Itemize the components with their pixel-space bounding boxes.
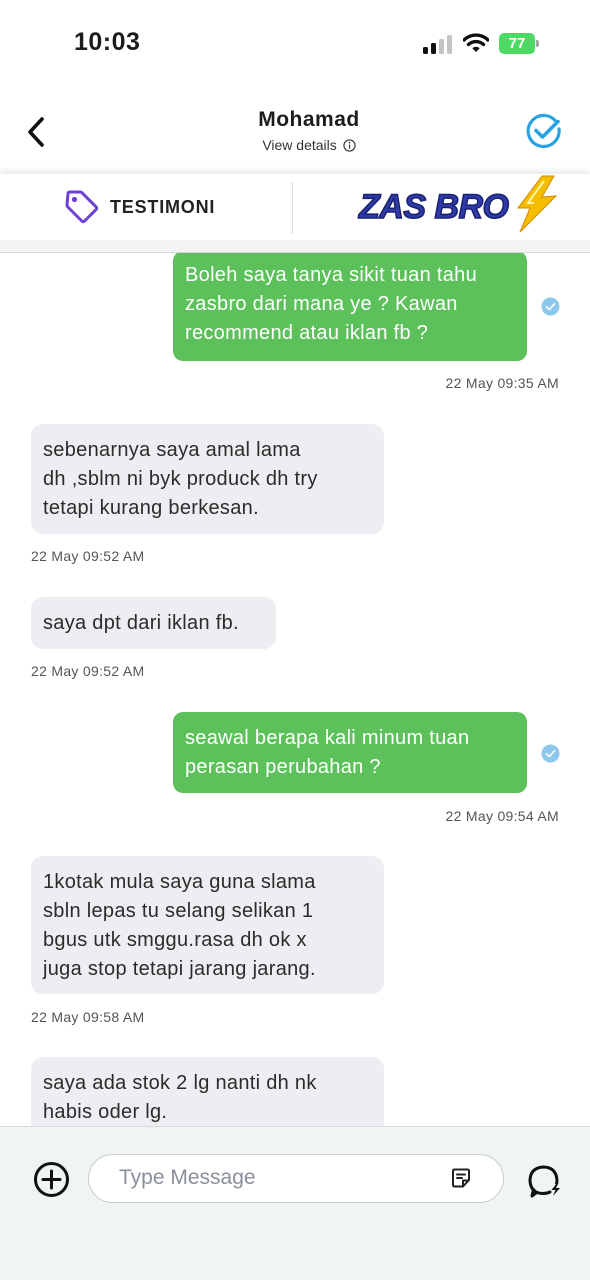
chat-header: Mohamad View details — [0, 90, 590, 174]
composer-bar — [0, 1126, 590, 1280]
signal-icon — [423, 35, 452, 54]
quick-reply-icon[interactable] — [526, 1162, 562, 1198]
incoming-message[interactable]: saya dpt dari iklan fb. — [31, 597, 276, 649]
message-line: seawal berapa kali minum tuan — [185, 727, 470, 749]
message-line: bgus utk smggu.rasa dh ok x — [43, 929, 307, 951]
message-line: saya ada stok 2 lg nanti dh nk — [43, 1072, 317, 1094]
outgoing-message[interactable]: Boleh saya tanya sikit tuan tahu zasbro … — [173, 253, 527, 361]
message-timestamp: 22 May 09:52 AM — [31, 663, 145, 679]
message-line: dh ,sblm ni byk produck dh try — [43, 468, 318, 490]
incoming-message[interactable]: 1kotak mula saya guna slama sbln lepas t… — [31, 856, 384, 994]
incoming-message[interactable]: sebenarnya saya amal lama dh ,sblm ni by… — [31, 424, 384, 534]
contact-name[interactable]: Mohamad — [0, 108, 590, 132]
read-check-icon — [541, 744, 560, 763]
banner-divider — [292, 182, 293, 234]
message-line: habis oder lg. — [43, 1101, 168, 1123]
message-line: recommend atau iklan fb ? — [185, 322, 429, 344]
message-line: tetapi kurang berkesan. — [43, 497, 259, 519]
message-timestamp: 22 May 09:54 AM — [445, 808, 559, 824]
testimoni-button[interactable]: TESTIMONI — [64, 189, 215, 225]
message-field[interactable] — [88, 1154, 504, 1203]
battery-cap — [536, 40, 539, 47]
message-line: zasbro dari mana ye ? Kawan — [185, 293, 458, 315]
message-list[interactable]: Boleh saya tanya sikit tuan tahu zasbro … — [0, 253, 590, 1126]
message-line: Boleh saya tanya sikit tuan tahu — [185, 264, 478, 286]
message-line: 1kotak mula saya guna slama — [43, 871, 316, 893]
battery-icon: 77 — [499, 33, 539, 54]
message-input[interactable] — [119, 1155, 439, 1201]
message-line: sebenarnya saya amal lama — [43, 439, 301, 461]
status-time: 10:03 — [74, 28, 141, 56]
lightning-bolt-icon — [516, 174, 558, 234]
message-line: juga stop tetapi jarang jarang. — [43, 958, 316, 980]
tag-icon — [65, 190, 99, 224]
view-details-label: View details — [262, 137, 337, 153]
verified-check-icon[interactable] — [525, 112, 563, 150]
message-line: perasan perubahan ? — [185, 756, 381, 778]
read-check-icon — [541, 297, 560, 316]
incoming-message[interactable]: saya ada stok 2 lg nanti dh nk habis ode… — [31, 1057, 384, 1126]
view-details-link[interactable]: View details — [0, 137, 590, 153]
wifi-icon — [463, 33, 489, 52]
brand-logo-text: ZAS BRO — [358, 188, 509, 226]
status-bar: 10:03 77 — [0, 0, 590, 90]
message-timestamp: 22 May 09:52 AM — [31, 548, 145, 564]
battery-percent: 77 — [508, 35, 526, 52]
message-timestamp: 22 May 09:35 AM — [445, 375, 559, 391]
message-line: saya dpt dari iklan fb. — [43, 612, 239, 634]
message-timestamp: 22 May 09:58 AM — [31, 1009, 145, 1025]
message-line: sbln lepas tu selang selikan 1 — [43, 900, 314, 922]
template-note-icon[interactable] — [450, 1167, 472, 1189]
add-circle-icon[interactable] — [33, 1161, 70, 1198]
testimoni-label: TESTIMONI — [110, 196, 216, 217]
zasbro-logo[interactable]: ZAS BRO ZAS BRO — [356, 170, 566, 238]
banner-bottom-strip — [0, 240, 590, 252]
outgoing-message[interactable]: seawal berapa kali minum tuan perasan pe… — [173, 712, 527, 793]
info-icon — [343, 139, 356, 152]
